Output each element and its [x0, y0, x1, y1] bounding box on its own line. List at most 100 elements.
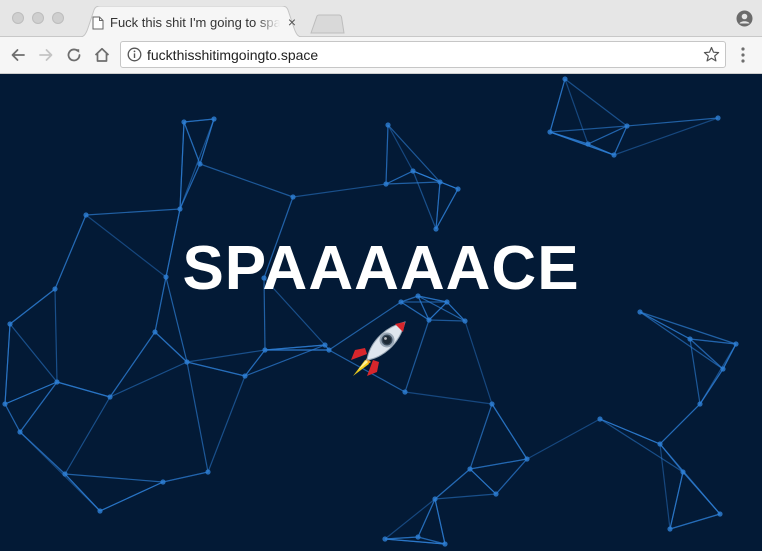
network-node	[97, 508, 103, 514]
network-line	[599, 418, 661, 445]
network-node	[489, 401, 495, 407]
network-line	[722, 343, 737, 370]
network-line	[659, 443, 671, 530]
network-line	[384, 498, 436, 540]
network-line	[599, 418, 684, 473]
home-icon[interactable]	[92, 45, 112, 65]
network-line	[659, 443, 721, 515]
network-line	[199, 118, 215, 165]
network-line	[183, 121, 201, 165]
network-line	[549, 78, 566, 133]
url-text[interactable]: fuckthisshitimgoingto.space	[147, 47, 318, 63]
reload-icon[interactable]	[64, 45, 84, 65]
network-line	[19, 431, 101, 512]
network-line	[434, 498, 446, 545]
info-icon[interactable]	[127, 47, 142, 62]
network-node	[715, 115, 721, 121]
network-line	[412, 170, 459, 190]
network-line	[404, 391, 493, 405]
tab-strip: Fuck this shit I'm going to space ×	[0, 0, 762, 38]
network-line	[64, 396, 111, 475]
network-line	[412, 170, 437, 230]
network-node	[637, 309, 643, 315]
window-close-button[interactable]	[12, 12, 24, 24]
network-line	[385, 181, 441, 185]
new-tab-button[interactable]	[309, 14, 345, 34]
menu-kebab-icon[interactable]	[738, 46, 748, 64]
network-line	[495, 458, 528, 495]
network-node	[17, 429, 23, 435]
network-line	[179, 163, 201, 210]
network-node	[211, 116, 217, 122]
network-node	[322, 342, 328, 348]
network-line	[428, 301, 448, 321]
tab-close-icon[interactable]: ×	[285, 15, 299, 29]
network-line	[264, 344, 326, 351]
network-line	[464, 320, 493, 405]
network-node	[197, 161, 203, 167]
network-node	[160, 479, 166, 485]
network-line	[292, 183, 387, 198]
network-line	[186, 349, 266, 363]
network-node	[290, 194, 296, 200]
network-node	[667, 526, 673, 532]
window-minimize-button[interactable]	[32, 12, 44, 24]
window-maximize-button[interactable]	[52, 12, 64, 24]
network-node	[54, 379, 60, 385]
network-line	[162, 471, 209, 483]
network-line	[179, 121, 185, 210]
network-line	[669, 471, 684, 530]
network-line	[549, 131, 615, 156]
profile-icon[interactable]	[736, 10, 753, 27]
network-node	[562, 76, 568, 82]
network-line	[4, 403, 21, 433]
page-content: SPAAAAACE	[0, 74, 762, 551]
network-node	[7, 321, 13, 327]
network-node	[205, 469, 211, 475]
network-node	[442, 541, 448, 547]
network-node	[83, 212, 89, 218]
network-node	[107, 394, 113, 400]
network-node	[680, 469, 686, 475]
network-line	[186, 361, 246, 377]
network-line	[183, 118, 215, 123]
network-node	[152, 329, 158, 335]
network-line	[186, 361, 209, 473]
tab-active[interactable]: Fuck this shit I'm going to space ×	[76, 6, 306, 38]
network-node	[383, 181, 389, 187]
network-node	[687, 336, 693, 342]
network-line	[199, 163, 294, 198]
rocket-icon	[351, 321, 406, 376]
network-line	[434, 493, 497, 500]
network-node	[697, 401, 703, 407]
address-bar[interactable]: fuckthisshitimgoingto.space	[120, 41, 726, 68]
network-node	[433, 226, 439, 232]
back-arrow-icon[interactable]	[8, 45, 28, 65]
forward-arrow-icon[interactable]	[36, 45, 56, 65]
network-line	[639, 311, 724, 370]
network-line	[64, 473, 164, 483]
network-node	[2, 401, 8, 407]
network-line	[4, 323, 11, 405]
network-line	[428, 319, 466, 322]
network-line	[9, 323, 58, 383]
network-line	[659, 403, 701, 445]
network-line	[526, 418, 601, 460]
network-line	[417, 498, 436, 538]
network-line	[564, 78, 628, 127]
bookmark-star-icon[interactable]	[703, 46, 720, 63]
network-line	[99, 481, 164, 512]
network-line	[446, 301, 466, 322]
network-line	[56, 381, 111, 398]
network-node	[493, 491, 499, 497]
network-node	[181, 119, 187, 125]
network-node	[382, 536, 388, 542]
network-node	[455, 186, 461, 192]
network-node	[410, 168, 416, 174]
network-line	[207, 375, 246, 473]
network-line	[639, 311, 691, 340]
network-line	[85, 208, 181, 216]
network-node	[426, 317, 432, 323]
browser-window: Fuck this shit I'm going to space × fuck…	[0, 0, 762, 551]
network-line	[491, 403, 528, 460]
